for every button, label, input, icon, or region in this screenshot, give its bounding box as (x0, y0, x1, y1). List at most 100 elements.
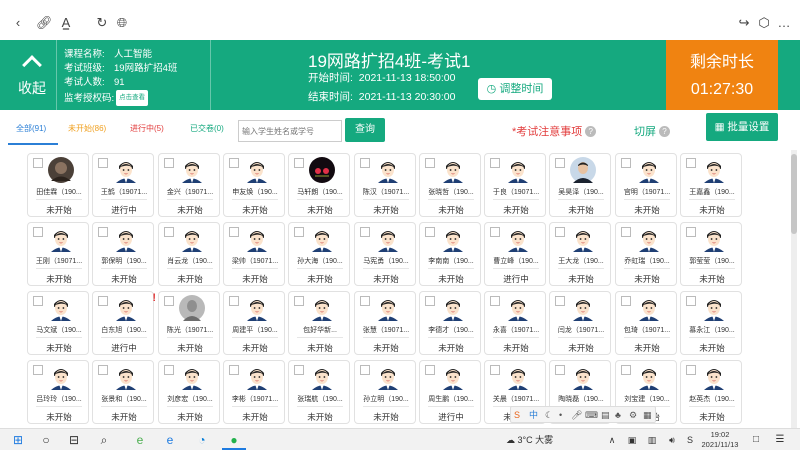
windows-start-icon[interactable]: ⊞ (10, 432, 26, 448)
student-checkbox[interactable] (294, 227, 304, 237)
edge-legacy-icon[interactable]: e (162, 432, 178, 448)
wechat-icon[interactable]: ● (226, 432, 242, 448)
tray-app-icon[interactable]: ▣ (624, 432, 640, 448)
student-card[interactable]: 张景和（190... 未开始 (92, 360, 154, 424)
moon-icon[interactable]: ☾ (545, 408, 553, 422)
student-checkbox[interactable] (33, 365, 43, 375)
student-card[interactable]: 马轩朗（190... 未开始 (288, 153, 350, 217)
search-input[interactable] (238, 120, 342, 142)
student-card[interactable]: 赵英杰（190... 未开始 (680, 360, 742, 424)
student-checkbox[interactable] (686, 158, 696, 168)
student-checkbox[interactable] (360, 365, 370, 375)
scrollbar-thumb[interactable] (791, 154, 797, 234)
student-card[interactable]: 张瑞航（190... 未开始 (288, 360, 350, 424)
adjust-time-button[interactable]: ◷ 调整时间 (478, 78, 552, 100)
student-checkbox[interactable] (425, 365, 435, 375)
student-card[interactable]: 周建平（190... 未开始 (223, 291, 285, 355)
auth-code-view-link[interactable]: 点击查看 (116, 90, 149, 106)
student-checkbox[interactable] (425, 227, 435, 237)
edge-icon[interactable]: ◔ (194, 432, 210, 448)
student-checkbox[interactable] (686, 296, 696, 306)
clock[interactable]: 19:02 2021/11/13 (700, 430, 740, 450)
student-card[interactable]: 吴昊泽（190... 未开始 (549, 153, 611, 217)
tab-all[interactable]: 全部(91) (16, 123, 46, 134)
student-card[interactable]: 宫明（19071... 未开始 (615, 153, 677, 217)
tray-expand-icon[interactable]: ∧ (604, 432, 620, 448)
student-card[interactable]: 张慧（19071... 未开始 (354, 291, 416, 355)
student-checkbox[interactable] (555, 158, 565, 168)
student-checkbox[interactable] (33, 296, 43, 306)
notification-icon[interactable]: □ (748, 432, 764, 448)
student-checkbox[interactable] (294, 158, 304, 168)
student-card[interactable]: 陈光（19071... 未开始 (158, 291, 220, 355)
student-checkbox[interactable] (490, 296, 500, 306)
student-card[interactable]: 张晓哲（190... 未开始 (419, 153, 481, 217)
share-icon[interactable]: ↪ (736, 15, 752, 31)
skin-icon[interactable]: ♣ (615, 408, 621, 422)
student-card[interactable]: 马文斌（190... 未开始 (27, 291, 89, 355)
volume-icon[interactable]: 🔊︎ (664, 432, 680, 448)
ie-icon[interactable]: e (132, 432, 148, 448)
student-checkbox[interactable] (229, 158, 239, 168)
collapse-button[interactable]: 收起 (8, 44, 56, 104)
search-icon[interactable]: ○ (38, 432, 54, 448)
student-checkbox[interactable] (360, 227, 370, 237)
student-card[interactable]: 李德才（190... 未开始 (419, 291, 481, 355)
globe-icon[interactable]: 🌐︎ (114, 15, 130, 31)
student-checkbox[interactable] (294, 296, 304, 306)
student-checkbox[interactable] (164, 227, 174, 237)
student-card[interactable]: 金兴（19071... 未开始 (158, 153, 220, 217)
student-card[interactable]: 郭莹莹（190... 未开始 (680, 222, 742, 286)
mic-icon[interactable]: 🎤︎ (571, 408, 582, 422)
link-icon[interactable]: 🔗︎ (36, 15, 53, 31)
weather-widget[interactable]: ☁ 3°C 大雾 (506, 433, 553, 446)
more-icon[interactable]: … (776, 15, 792, 31)
student-checkbox[interactable] (164, 365, 174, 375)
student-checkbox[interactable] (621, 227, 631, 237)
student-card[interactable]: 包琦（19071... 未开始 (615, 291, 677, 355)
back-icon[interactable]: ‹ (10, 15, 26, 31)
student-card[interactable]: 孙大海（190... 未开始 (288, 222, 350, 286)
student-card[interactable]: 慕永江（190... 未开始 (680, 291, 742, 355)
student-checkbox[interactable] (229, 296, 239, 306)
student-card[interactable]: 孙立明（190... 未开始 (354, 360, 416, 424)
student-card[interactable]: 李彬（19071... 未开始 (223, 360, 285, 424)
student-checkbox[interactable] (164, 296, 174, 306)
student-card[interactable]: 王大龙（190... 未开始 (549, 222, 611, 286)
student-checkbox[interactable] (98, 158, 108, 168)
student-checkbox[interactable] (294, 365, 304, 375)
student-card[interactable]: 周生鹏（190... 进行中 (419, 360, 481, 424)
student-checkbox[interactable] (164, 158, 174, 168)
tab-submitted[interactable]: 已交卷(0) (190, 123, 224, 134)
student-card[interactable]: 王嘉鑫（190... 未开始 (680, 153, 742, 217)
student-checkbox[interactable] (33, 158, 43, 168)
student-card[interactable]: 乔虹瑞（190... 未开始 (615, 222, 677, 286)
punctuation-icon[interactable]: • (559, 408, 562, 422)
student-checkbox[interactable] (555, 365, 565, 375)
split-screen-link[interactable]: 切屏? (634, 123, 670, 139)
student-card[interactable]: 曹立峰（190... 进行中 (484, 222, 546, 286)
student-checkbox[interactable] (555, 227, 565, 237)
student-card[interactable]: 吕玲玲（190... 未开始 (27, 360, 89, 424)
student-checkbox[interactable] (229, 365, 239, 375)
student-checkbox[interactable] (555, 296, 565, 306)
student-card[interactable]: 陈汉（19071... 未开始 (354, 153, 416, 217)
student-card[interactable]: 李南南（190... 未开始 (419, 222, 481, 286)
student-card[interactable]: 王刚（19071... 未开始 (27, 222, 89, 286)
student-card[interactable]: 王鹤（19071... 进行中 (92, 153, 154, 217)
student-card[interactable]: 于良（19071... 未开始 (484, 153, 546, 217)
search-button[interactable]: 查询 (345, 118, 385, 142)
keyboard-icon[interactable]: ⌨ (585, 408, 598, 422)
student-checkbox[interactable] (490, 158, 500, 168)
batch-settings-button[interactable]: ▦ 批量设置 (706, 113, 778, 141)
ime-mode-label[interactable]: 中 (529, 408, 538, 422)
clipboard-icon[interactable]: ▤ (601, 408, 610, 422)
network-icon[interactable]: ▥ (644, 432, 660, 448)
student-checkbox[interactable] (490, 365, 500, 375)
task-view-icon[interactable]: ⊟ (66, 432, 82, 448)
student-checkbox[interactable] (98, 227, 108, 237)
student-checkbox[interactable] (425, 296, 435, 306)
student-card[interactable]: 永喜（19071... 未开始 (484, 291, 546, 355)
refresh-icon[interactable]: ↻ (94, 15, 110, 31)
action-center-icon[interactable]: ☰ (772, 432, 788, 448)
